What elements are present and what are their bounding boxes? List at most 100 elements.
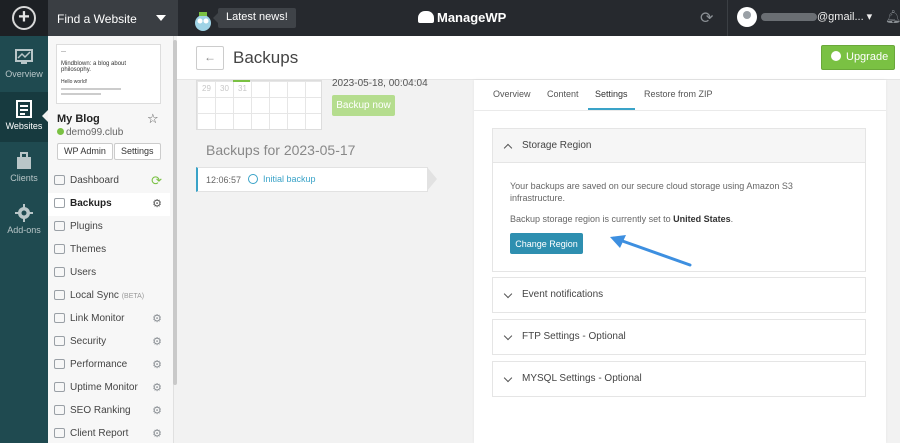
upgrade-button[interactable]: Upgrade [821,45,895,70]
mysql-settings-header[interactable]: MYSQL Settings - Optional [493,362,865,396]
selected-day-marker [233,80,250,82]
wp-admin-button[interactable]: WP Admin [57,143,113,160]
gear-icon[interactable]: ⚙ [152,335,162,348]
user-menu[interactable]: @gmail... ▾ [737,7,872,27]
gear-icon[interactable]: ⚙ [152,404,162,417]
change-region-button[interactable]: Change Region [510,233,583,254]
site-thumbnail[interactable]: — Mindblown: a blog about philosophy. He… [56,44,161,104]
dashboard-icon [54,175,65,185]
brand-name: ManageWP [437,10,507,25]
menu-item-users[interactable]: Users [48,262,170,285]
backup-now-button[interactable]: Backup now [332,95,395,116]
menu-item-security[interactable]: Security ⚙ [48,331,170,354]
star-icon[interactable]: ☆ [147,111,159,127]
menu-item-label: Performance [70,359,128,370]
page-header: ← Backups Upgrade [177,36,900,80]
site-settings-button[interactable]: Settings [114,143,161,160]
find-website-dropdown[interactable]: Find a Website [48,0,178,36]
seo-icon [54,405,65,415]
mysql-settings-section[interactable]: MYSQL Settings - Optional [492,361,866,397]
clock-icon [248,174,258,184]
menu-item-label: Dashboard [70,175,119,186]
menu-item-label: Uptime Monitor [70,382,138,393]
plus-icon: + [12,6,36,30]
region-status-suffix: . [730,214,734,224]
site-panel-scrollbar[interactable] [173,40,177,385]
gear-icon[interactable]: ⚙ [152,381,162,394]
chevron-down-icon [503,373,513,383]
menu-item-link-monitor[interactable]: Link Monitor ⚙ [48,308,170,331]
region-status-prefix: Backup storage region is currently set t… [510,214,674,224]
calendar-grid [197,81,321,129]
storage-region-status: Backup storage region is currently set t… [510,213,848,225]
brand-logo[interactable]: ManageWP [418,10,506,25]
menu-item-seo-ranking[interactable]: SEO Ranking ⚙ [48,400,170,423]
user-email: @gmail... [817,11,864,23]
section-title: Storage Region [522,140,592,151]
chevron-up-icon [503,143,513,153]
calendar-day[interactable]: 30 [220,84,229,93]
site-menu: Dashboard ⟳ Backups ⚙ Plugins Themes Users… [48,170,170,443]
menu-item-label: Backups [70,198,112,209]
thumb-header-line: — [61,49,66,55]
storage-region-header[interactable]: Storage Region [493,129,865,163]
event-notifications-header[interactable]: Event notifications [493,278,865,312]
menu-item-label: Local Sync [70,290,119,301]
ftp-settings-header[interactable]: FTP Settings - Optional [493,320,865,354]
menu-item-dashboard[interactable]: Dashboard ⟳ [48,170,170,193]
find-website-label: Find a Website [57,12,137,26]
calendar-day[interactable]: 29 [202,84,211,93]
upgrade-icon [831,51,841,61]
beta-badge: (BETA) [121,293,145,300]
tab-overview[interactable]: Overview [493,89,531,99]
add-website-button[interactable]: + [0,0,48,36]
back-button[interactable]: ← [196,46,224,70]
menu-item-local-sync[interactable]: Local Sync (BETA) [48,285,170,308]
gear-icon[interactable]: ⚙ [152,197,162,210]
backups-list-title: Backups for 2023-05-17 [206,142,356,158]
divider [727,0,728,36]
site-url[interactable]: demo99.club [57,127,123,138]
chevron-down-icon [503,289,513,299]
tab-settings[interactable]: Settings [595,89,628,99]
addons-icon [15,204,33,222]
event-notifications-section[interactable]: Event notifications [492,277,866,313]
themes-icon [54,244,65,254]
rail-item-websites[interactable]: Websites [0,92,48,142]
refresh-icon[interactable]: ⟳ [700,8,713,28]
menu-item-label: Plugins [70,221,103,232]
calendar-day[interactable]: 31 [238,84,247,93]
gear-icon[interactable]: ⚙ [152,358,162,371]
tab-restore-from-zip[interactable]: Restore from ZIP [644,89,713,99]
sync-icon[interactable]: ⟳ [151,173,162,189]
caret-down-icon: ▾ [863,10,873,23]
upgrade-label: Upgrade [846,51,889,63]
section-title: MYSQL Settings - Optional [522,373,642,384]
bell-icon[interactable]: 🔔︎ [885,9,900,25]
backup-calendar[interactable]: 29 30 31 [196,80,322,130]
menu-item-label: Client Report [70,428,129,439]
thumb-text-line [61,88,121,90]
menu-item-uptime-monitor[interactable]: Uptime Monitor ⚙ [48,377,170,400]
rail-item-addons[interactable]: Add-ons [0,196,48,246]
shield-icon [54,336,65,346]
latest-news-button[interactable]: Latest news! [213,8,296,28]
active-tab-indicator [588,108,635,110]
ftp-settings-section[interactable]: FTP Settings - Optional [492,319,866,355]
menu-item-themes[interactable]: Themes [48,239,170,262]
backup-row[interactable]: 12:06:57 Initial backup [196,167,437,192]
gear-icon[interactable]: ⚙ [152,312,162,325]
tab-content[interactable]: Content [547,89,579,99]
gear-icon[interactable]: ⚙ [152,427,162,440]
menu-item-plugins[interactable]: Plugins [48,216,170,239]
menu-item-backups[interactable]: Backups ⚙ [48,193,170,216]
chevron-down-icon [503,331,513,341]
rail-item-overview[interactable]: Overview [0,40,48,90]
menu-item-label: Security [70,336,107,347]
menu-item-client-report[interactable]: Client Report ⚙ [48,423,170,443]
storage-description: Your backups are saved on our secure clo… [510,181,793,203]
menu-item-performance[interactable]: Performance ⚙ [48,354,170,377]
backup-label[interactable]: Initial backup [263,174,316,184]
rail-item-label: Clients [10,173,38,183]
rail-item-clients[interactable]: Clients [0,144,48,194]
